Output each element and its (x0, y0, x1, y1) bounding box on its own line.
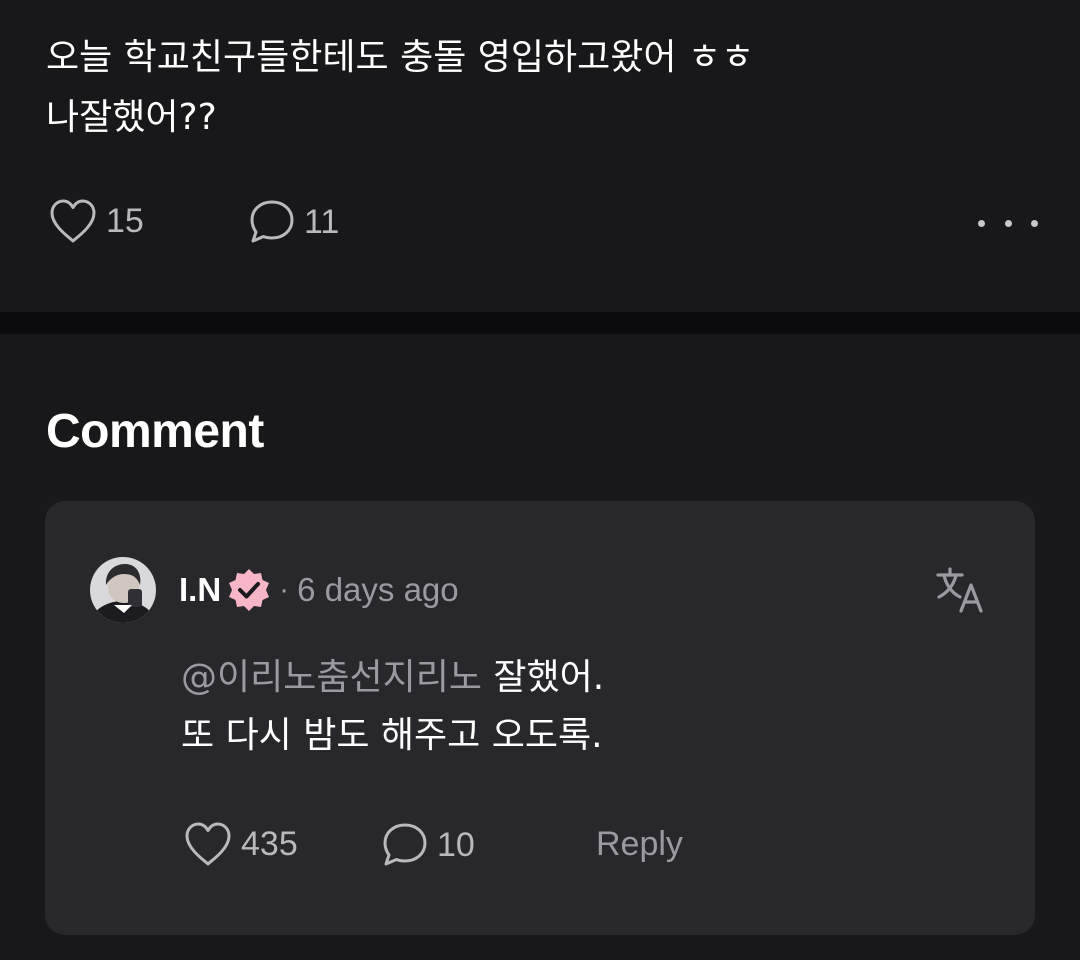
comment-like-count: 435 (241, 824, 298, 863)
comment-card: I.N · 6 days ago @이리노춤선지리노 잘했어. 또 다시 밤도 … (45, 501, 1035, 935)
comment-meta: I.N · 6 days ago (179, 565, 459, 615)
heart-icon (185, 822, 231, 866)
post: 오늘 학교친구들한테도 충돌 영입하고왔어 ㅎㅎ 나잘했어?? 15 11 (0, 0, 1080, 312)
post-actions: 15 11 (48, 198, 1038, 248)
verified-badge-icon (229, 569, 270, 611)
more-dot (1004, 219, 1012, 227)
heart-icon (50, 199, 96, 243)
comment-reply-count-button[interactable]: 10 (381, 821, 475, 869)
section-divider (0, 312, 1080, 334)
comment-reply-count: 10 (437, 825, 475, 864)
comment-line-1: @이리노춤선지리노 잘했어. (181, 649, 981, 707)
translate-button[interactable] (935, 565, 987, 615)
page: 오늘 학교친구들한테도 충돌 영입하고왔어 ㅎㅎ 나잘했어?? 15 11 Co… (0, 0, 1080, 960)
reply-button[interactable]: Reply (596, 825, 683, 864)
comment-bubble-icon (383, 823, 427, 866)
more-dots-icon (978, 219, 985, 227)
comment-time: 6 days ago (297, 571, 459, 608)
more-dot (1031, 219, 1038, 227)
post-like-button[interactable]: 15 (48, 198, 144, 244)
post-text-line-1: 오늘 학교친구들한테도 충돌 영입하고왔어 ㅎㅎ (46, 37, 755, 78)
post-text: 오늘 학교친구들한테도 충돌 영입하고왔어 ㅎㅎ 나잘했어?? (46, 28, 1036, 148)
translate-icon (936, 567, 983, 613)
comment-body: @이리노춤선지리노 잘했어. 또 다시 밤도 해주고 오도록. (181, 649, 981, 765)
comment-section: Comment I.N · 6 days ago @이리노춤선지리노 잘했어. … (0, 334, 1080, 960)
mention-link[interactable]: @이리노춤선지리노 (181, 657, 482, 698)
avatar-image (90, 557, 156, 623)
author-name[interactable]: I.N (179, 571, 221, 609)
comment-bubble-icon (250, 200, 294, 243)
avatar[interactable] (90, 557, 156, 623)
post-text-line-2: 나잘했어?? (46, 97, 217, 138)
post-like-count: 15 (106, 201, 144, 240)
post-comment-button[interactable]: 11 (248, 198, 339, 246)
more-options-button[interactable] (978, 210, 1038, 236)
post-comment-count: 11 (304, 202, 340, 241)
comment-like-button[interactable]: 435 (183, 821, 298, 867)
comment-text-1: 잘했어. (481, 657, 605, 698)
comment-actions: 435 10 Reply (183, 821, 883, 871)
comment-line-2: 또 다시 밤도 해주고 오도록. (181, 715, 603, 756)
comment-heading: Comment (46, 405, 264, 458)
meta-separator: · (279, 573, 290, 606)
